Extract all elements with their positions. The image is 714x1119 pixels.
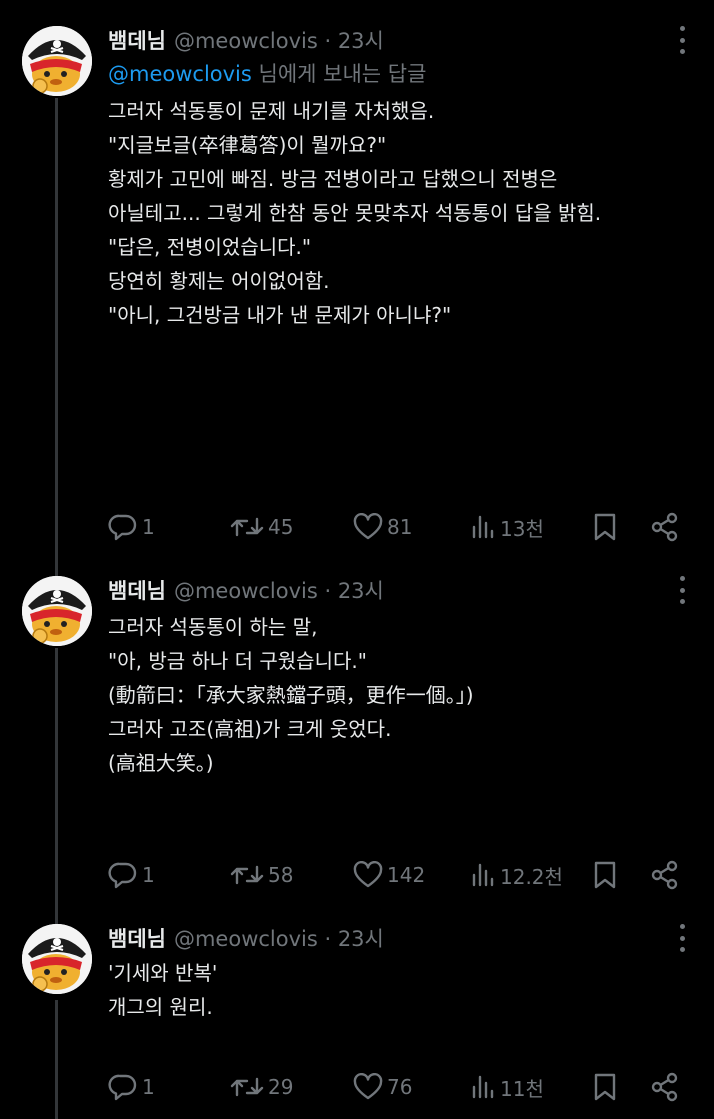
like-button[interactable]: 142	[353, 858, 425, 892]
more-icon[interactable]	[676, 26, 688, 54]
tweet-text: 그러자 석동통이 문제 내기를 자처했음. "지글보글(卒律葛答)이 뭘까요?"…	[108, 94, 698, 332]
bookmark-icon	[594, 861, 616, 889]
author-name[interactable]: 뱀데님	[108, 923, 166, 953]
author-name[interactable]: 뱀데님	[108, 25, 166, 55]
text-line: 그러자 고조(高祖)가 크게 웃었다.	[108, 717, 392, 741]
retweet-count: 45	[268, 515, 294, 539]
retweet-count: 29	[268, 1075, 294, 1099]
heart-icon	[353, 1073, 383, 1100]
retweet-icon	[230, 865, 264, 885]
reply-icon	[108, 862, 137, 889]
reply-button[interactable]: 1	[108, 858, 155, 892]
tweet-header: 뱀데님 @meowclovis · 23시	[108, 922, 384, 954]
retweet-button[interactable]: 29	[230, 1070, 293, 1104]
retweet-button[interactable]: 45	[230, 510, 293, 544]
reply-to-line: @meowclovis 님에게 보내는 답글	[108, 58, 426, 88]
bookmark-button[interactable]	[592, 510, 618, 544]
author-handle-time[interactable]: @meowclovis · 23시	[174, 575, 384, 605]
views-count: 11천	[500, 1076, 544, 1101]
views-button[interactable]: 11천	[470, 1070, 544, 1104]
more-icon[interactable]	[676, 924, 688, 952]
bookmark-button[interactable]	[592, 1070, 618, 1104]
like-button[interactable]: 81	[353, 510, 412, 544]
text-line: '기세와 반복'	[108, 961, 218, 985]
text-line: "답은, 전병이었습니다."	[108, 235, 312, 259]
avatar[interactable]	[22, 26, 92, 96]
share-icon	[651, 860, 678, 890]
avatar[interactable]	[22, 576, 92, 646]
author-handle-time[interactable]: @meowclovis · 23시	[174, 923, 384, 953]
share-button[interactable]	[650, 1070, 680, 1104]
text-line: (高祖大笑。)	[108, 751, 214, 775]
reply-to-text: 님에게 보내는 답글	[251, 62, 427, 86]
views-icon	[472, 1075, 494, 1099]
retweet-count: 58	[268, 863, 294, 887]
text-line: 아닐테고... 그렇게 한참 동안 못맞추자 석동통이 답을 밝힘.	[108, 201, 602, 225]
more-icon[interactable]	[676, 576, 688, 604]
reply-to-mention[interactable]: @meowclovis	[108, 62, 252, 86]
heart-icon	[353, 513, 383, 540]
avatar[interactable]	[22, 924, 92, 994]
tweet-header: 뱀데님 @meowclovis · 23시	[108, 24, 384, 56]
views-button[interactable]: 12.2천	[470, 858, 563, 892]
bookmark-button[interactable]	[592, 858, 618, 892]
text-line: 황제가 고민에 빠짐. 방금 전병이라고 답했으니 전병은	[108, 167, 558, 191]
share-button[interactable]	[650, 858, 680, 892]
reply-button[interactable]: 1	[108, 1070, 155, 1104]
like-count: 81	[387, 515, 413, 539]
share-icon	[651, 512, 678, 542]
reply-count: 1	[142, 515, 155, 539]
like-count: 76	[387, 1075, 413, 1099]
tweet-text: '기세와 반복' 개그의 원리.	[108, 956, 698, 1024]
tweet-3[interactable]: 뱀데님 @meowclovis · 23시 '기세와 반복' 개그의 원리. 1…	[0, 922, 714, 1112]
tweet-1[interactable]: 뱀데님 @meowclovis · 23시 @meowclovis 님에게 보내…	[0, 24, 714, 554]
text-line: 그러자 석동통이 문제 내기를 자처했음.	[108, 99, 435, 123]
retweet-icon	[230, 517, 264, 537]
action-bar: 1 45 81 13천	[108, 510, 688, 544]
author-handle-time[interactable]: @meowclovis · 23시	[174, 25, 384, 55]
text-line: 그러자 석동통이 하는 말,	[108, 615, 318, 639]
author-name[interactable]: 뱀데님	[108, 575, 166, 605]
text-line: (動箭曰：「承大家熱鐺子頭，更作一個。」)	[108, 683, 474, 707]
views-count: 13천	[500, 516, 544, 541]
views-icon	[472, 863, 494, 887]
reply-count: 1	[142, 1075, 155, 1099]
text-line: "아, 방금 하나 더 구웠습니다."	[108, 649, 367, 673]
tweet-text: 그러자 석동통이 하는 말, "아, 방금 하나 더 구웠습니다." (動箭曰：…	[108, 610, 698, 780]
reply-icon	[108, 1074, 137, 1101]
heart-icon	[353, 861, 383, 888]
action-bar: 1 29 76 11천	[108, 1070, 688, 1104]
bookmark-icon	[594, 1073, 616, 1101]
tweet-header: 뱀데님 @meowclovis · 23시	[108, 574, 384, 606]
reply-icon	[108, 514, 137, 541]
views-icon	[472, 515, 494, 539]
reply-button[interactable]: 1	[108, 510, 155, 544]
views-button[interactable]: 13천	[470, 510, 544, 544]
action-bar: 1 58 142 12.2천	[108, 858, 688, 892]
text-line: 개그의 원리.	[108, 995, 213, 1019]
share-icon	[651, 1072, 678, 1102]
retweet-button[interactable]: 58	[230, 858, 293, 892]
retweet-icon	[230, 1077, 264, 1097]
like-count: 142	[387, 863, 426, 887]
views-count: 12.2천	[500, 864, 563, 889]
like-button[interactable]: 76	[353, 1070, 412, 1104]
text-line: "아니, 그건방금 내가 낸 문제가 아니냐?"	[108, 303, 452, 327]
text-line: "지글보글(卒律葛答)이 뭘까요?"	[108, 133, 387, 157]
tweet-2[interactable]: 뱀데님 @meowclovis · 23시 그러자 석동통이 하는 말, "아,…	[0, 574, 714, 894]
bookmark-icon	[594, 513, 616, 541]
reply-count: 1	[142, 863, 155, 887]
share-button[interactable]	[650, 510, 680, 544]
text-line: 당연히 황제는 어이없어함.	[108, 269, 330, 293]
